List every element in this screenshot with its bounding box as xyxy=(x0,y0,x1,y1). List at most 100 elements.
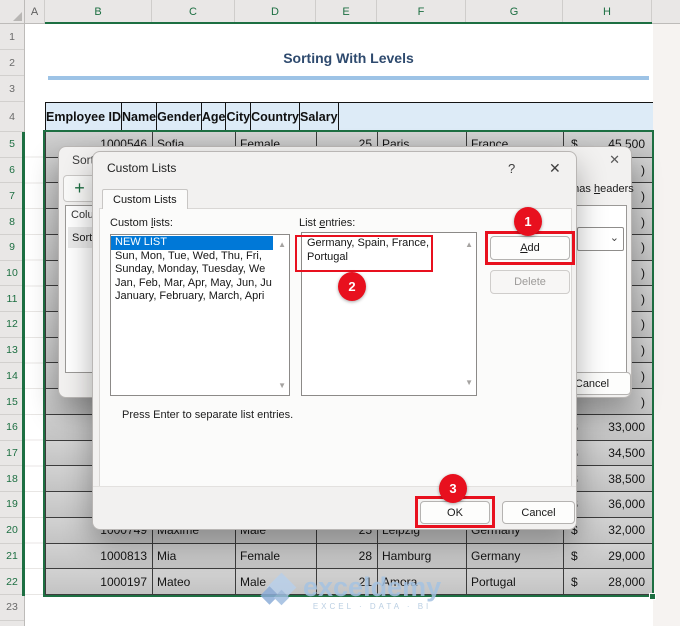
row-number: 13 xyxy=(6,344,18,357)
row-header[interactable]: 4 xyxy=(0,102,24,132)
salary-cell[interactable]: $36,000 xyxy=(564,492,653,518)
table-header-cell[interactable]: Country xyxy=(251,103,301,132)
column-letter: H xyxy=(603,5,611,18)
annotation-badge-1: 1 xyxy=(514,207,542,236)
salary-cell[interactable]: $28,000 xyxy=(564,569,653,595)
city-cell[interactable]: Amora xyxy=(378,569,467,595)
column-header[interactable]: A xyxy=(25,0,45,23)
row-header[interactable]: 23 xyxy=(0,595,24,621)
gender: Male xyxy=(240,574,267,589)
ok-button[interactable]: OK xyxy=(420,501,490,524)
row-header[interactable]: 10 xyxy=(0,261,24,287)
list-entries-textbox[interactable]: Germany, Spain, France, Portugal ▲ ▼ xyxy=(301,232,477,396)
list-entries-label: List entries: xyxy=(299,217,356,229)
age-cell[interactable]: 21 xyxy=(317,569,378,595)
name-cell[interactable]: Mateo xyxy=(153,569,236,595)
salary-cell[interactable]: $34,500 xyxy=(564,440,653,467)
fill-handle[interactable] xyxy=(649,593,656,600)
row-header[interactable]: 15 xyxy=(0,389,24,415)
table-header-cell[interactable]: Name xyxy=(122,103,158,132)
cancel-button[interactable]: Cancel xyxy=(502,501,575,524)
select-all-corner[interactable] xyxy=(0,0,25,24)
country: Portugal xyxy=(471,574,516,589)
row-header[interactable]: 3 xyxy=(0,76,24,102)
table-header-cell[interactable]: Gender xyxy=(157,103,202,132)
column-header[interactable]: E xyxy=(316,0,377,23)
order-dropdown[interactable]: ⌄ xyxy=(577,227,624,251)
row-header[interactable]: 6 xyxy=(0,158,24,184)
row-header[interactable]: 8 xyxy=(0,209,24,235)
row-header[interactable]: 21 xyxy=(0,544,24,570)
column-header[interactable]: D xyxy=(235,0,316,23)
row-header[interactable]: 5 xyxy=(0,132,24,158)
currency-symbol: $ xyxy=(571,548,578,563)
name-cell[interactable]: Mia xyxy=(153,543,236,570)
column-header[interactable]: B xyxy=(45,0,152,23)
row-number: 7 xyxy=(9,189,15,202)
gender-cell[interactable]: Male xyxy=(236,569,317,595)
row-header[interactable]: 19 xyxy=(0,492,24,518)
salary-cell[interactable]: $32,000 xyxy=(564,517,653,544)
table-header-cell[interactable]: City xyxy=(226,103,252,132)
list-item[interactable]: Sunday, Monday, Tuesday, We xyxy=(111,263,273,277)
scroll-down-icon[interactable]: ▼ xyxy=(465,376,473,390)
selected-columns-bar xyxy=(45,22,652,24)
add-button[interactable]: Add xyxy=(490,236,570,260)
row-header[interactable]: 22 xyxy=(0,569,24,595)
list-item[interactable]: Jan, Feb, Mar, Apr, May, Jun, Ju xyxy=(111,277,273,291)
excel-window: ABCDEFGH 1 2 3 4 5 6 7 8 9 10 11 12 13 14 15 16 17 18 19 20… xyxy=(0,0,680,626)
header-label: Country xyxy=(251,110,300,124)
table-header-cell[interactable]: Employee ID xyxy=(46,103,123,132)
salary-value: 38,500 xyxy=(608,471,645,486)
column-header[interactable]: C xyxy=(152,0,235,23)
country-cell[interactable]: Portugal xyxy=(467,569,564,595)
row-header[interactable]: 2 xyxy=(0,50,24,76)
row-header[interactable]: 20 xyxy=(0,518,24,544)
row-header[interactable]: 7 xyxy=(0,183,24,210)
row-header[interactable]: 14 xyxy=(0,363,24,390)
row-number: 23 xyxy=(6,601,18,614)
age-cell[interactable]: 28 xyxy=(317,543,378,570)
row-header[interactable]: 9 xyxy=(0,235,24,261)
scroll-up-icon[interactable]: ▲ xyxy=(278,240,286,249)
row-number: 18 xyxy=(6,472,18,485)
delete-button[interactable]: Delete xyxy=(490,270,570,294)
country: Germany xyxy=(471,548,521,563)
row-header[interactable]: 12 xyxy=(0,312,24,338)
row-header[interactable]: 16 xyxy=(0,415,24,441)
salary-cell[interactable]: $33,000 xyxy=(564,414,653,441)
tab-custom-lists[interactable]: Custom Lists xyxy=(102,189,188,209)
salary-cell[interactable]: $38,500 xyxy=(564,466,653,493)
salary-cell[interactable]: $29,000 xyxy=(564,543,653,570)
column-header[interactable]: G xyxy=(466,0,563,23)
column-letter: E xyxy=(342,5,350,18)
help-icon[interactable]: ? xyxy=(508,161,515,176)
close-icon[interactable]: ✕ xyxy=(609,152,620,168)
gender-cell[interactable]: Female xyxy=(236,543,317,570)
salary-value: 34,500 xyxy=(608,445,645,460)
table-header-cell[interactable]: Age xyxy=(201,103,227,132)
list-item[interactable]: Sun, Mon, Tue, Wed, Thu, Fri, xyxy=(111,250,273,264)
table-header-cell[interactable]: Salary xyxy=(300,103,339,132)
row-number: 3 xyxy=(9,82,15,95)
employee-id-cell[interactable]: 1000197 xyxy=(46,569,153,595)
entries-line: Portugal xyxy=(307,251,348,263)
scroll-down-icon[interactable]: ▼ xyxy=(278,381,286,390)
scroll-up-icon[interactable]: ▲ xyxy=(465,238,473,252)
city-cell[interactable]: Hamburg xyxy=(378,543,467,570)
row-header[interactable]: 1 xyxy=(0,24,24,50)
close-icon[interactable]: ✕ xyxy=(549,160,561,177)
list-item[interactable]: January, February, March, Apri xyxy=(111,290,273,304)
row-header[interactable]: 17 xyxy=(0,441,24,467)
row-header[interactable]: 13 xyxy=(0,338,24,364)
country-cell[interactable]: Germany xyxy=(467,543,564,570)
column-header[interactable]: H xyxy=(563,0,652,23)
custom-lists-listbox[interactable]: ▲ ▼ NEW LIST Sun, Mon, Tue, Wed, Thu, Fri… xyxy=(110,234,290,396)
employee-id-cell[interactable]: 1000813 xyxy=(46,543,153,570)
row-header[interactable]: 18 xyxy=(0,466,24,493)
entries-line: Germany, Spain, France, xyxy=(307,237,430,249)
column-header[interactable]: F xyxy=(377,0,466,23)
age: 28 xyxy=(358,548,372,563)
row-header[interactable]: 11 xyxy=(0,286,24,313)
list-item[interactable]: NEW LIST xyxy=(111,236,273,250)
